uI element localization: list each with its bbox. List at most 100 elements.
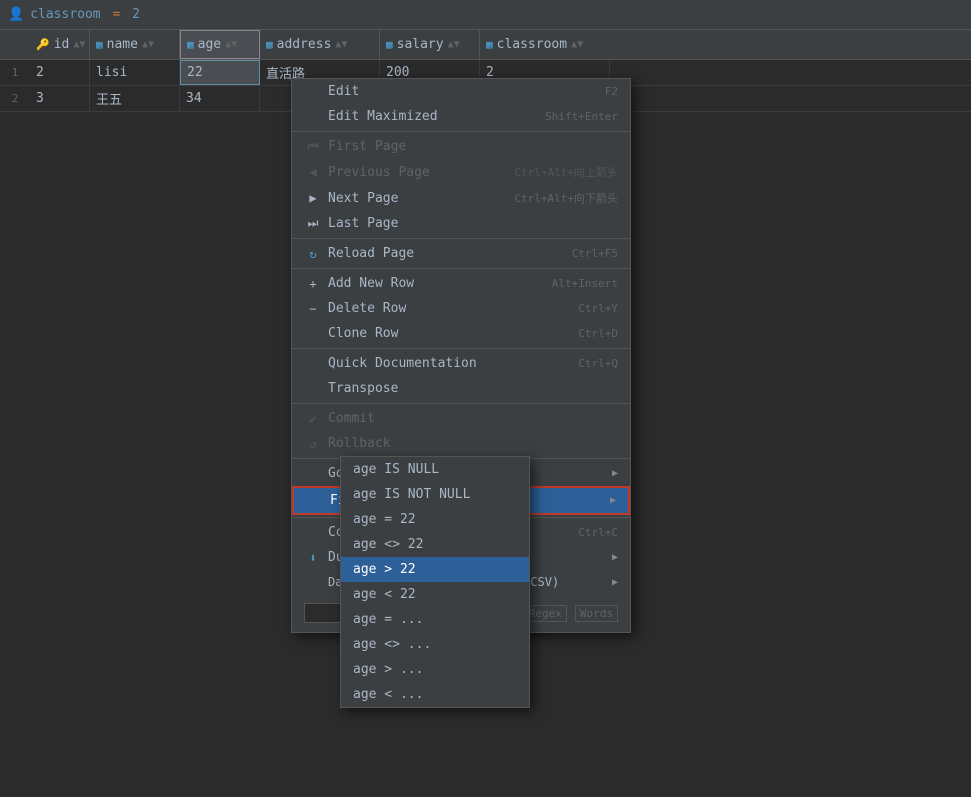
col-header-classroom[interactable]: ▦ classroom ▲▼	[480, 30, 610, 59]
menu-shortcut-prev-page: Ctrl+Alt+向上箭头	[514, 164, 618, 180]
cell-name-1[interactable]: lisi	[90, 60, 180, 85]
menu-shortcut-add-row: Alt+Insert	[552, 277, 618, 290]
row-num-1: 1	[0, 66, 30, 79]
dump-data-arrow: ▶	[612, 552, 618, 563]
submenu-item-is-null[interactable]: age IS NULL	[341, 457, 529, 482]
last-page-icon: ⏭	[304, 216, 322, 231]
sort-arrow-address[interactable]: ▲▼	[335, 39, 347, 50]
menu-shortcut-edit: F2	[605, 85, 618, 98]
submenu-item-gt-22[interactable]: age > 22	[341, 557, 529, 582]
dump-data-icon: ⬇	[304, 551, 322, 565]
col-header-age[interactable]: ▦ age ▲▼	[180, 30, 260, 59]
menu-item-quick-doc[interactable]: Quick Documentation Ctrl+Q	[292, 351, 630, 376]
menu-item-reload[interactable]: ↻ Reload Page Ctrl+F5	[292, 241, 630, 266]
sort-arrow-name[interactable]: ▲▼	[142, 39, 154, 50]
col-label-classroom: classroom	[497, 37, 567, 52]
table-icon-salary: ▦	[386, 38, 393, 51]
sort-arrow-age[interactable]: ▲▼	[225, 39, 237, 50]
submenu-item-lt-22[interactable]: age < 22	[341, 582, 529, 607]
submenu-item-lt-dot[interactable]: age < ...	[341, 682, 529, 707]
menu-item-prev-page[interactable]: ◀ Previous Page Ctrl+Alt+向上箭头	[292, 159, 630, 185]
cell-id-1[interactable]: 2	[30, 60, 90, 85]
column-headers: 🔑 id ▲▼ ▦ name ▲▼ ▦ age ▲▼ ▦ address ▲▼ …	[0, 30, 971, 60]
prev-page-icon: ◀	[304, 165, 322, 179]
col-label-name: name	[107, 37, 138, 52]
cell-id-2[interactable]: 3	[30, 86, 90, 111]
menu-label-commit: Commit	[328, 411, 618, 426]
menu-item-commit[interactable]: ✔ Commit	[292, 406, 630, 431]
menu-item-delete-row[interactable]: − Delete Row Ctrl+Y	[292, 296, 630, 321]
menu-label-add-row: Add New Row	[328, 276, 532, 291]
menu-item-first-page[interactable]: ⏮ First Page	[292, 134, 630, 159]
next-page-icon: ▶	[304, 191, 322, 205]
menu-label-prev-page: Previous Page	[328, 165, 494, 180]
menu-label-delete-row: Delete Row	[328, 301, 558, 316]
divider-1	[292, 131, 630, 132]
menu-label-transpose: Transpose	[328, 381, 618, 396]
filter-by-arrow: ▶	[610, 495, 616, 506]
menu-item-rollback[interactable]: ↺ Rollback	[292, 431, 630, 456]
divider-3	[292, 268, 630, 269]
rollback-icon: ↺	[304, 437, 322, 451]
divider-2	[292, 238, 630, 239]
menu-label-first-page: First Page	[328, 139, 598, 154]
divider-5	[292, 403, 630, 404]
menu-label-reload: Reload Page	[328, 246, 552, 261]
menu-item-edit[interactable]: Edit F2	[292, 79, 630, 104]
menu-label-last-page: Last Page	[328, 216, 618, 231]
cell-age-1[interactable]: 22	[180, 60, 260, 85]
submenu-item-neq-dot[interactable]: age <> ...	[341, 632, 529, 657]
menu-label-clone-row: Clone Row	[328, 326, 558, 341]
submenu-item-gt-dot[interactable]: age > ...	[341, 657, 529, 682]
var-value: 2	[132, 7, 140, 22]
regex-btn[interactable]: Regex	[524, 605, 567, 622]
table-icon-address: ▦	[266, 38, 273, 51]
col-header-id[interactable]: 🔑 id ▲▼	[30, 30, 90, 59]
reload-icon: ↻	[304, 247, 322, 261]
cell-name-2[interactable]: 王五	[90, 86, 180, 111]
sort-arrow-classroom[interactable]: ▲▼	[571, 39, 583, 50]
menu-item-next-page[interactable]: ▶ Next Page Ctrl+Alt+向下箭头	[292, 185, 630, 211]
menu-shortcut-copy: Ctrl+C	[578, 526, 618, 539]
col-header-name[interactable]: ▦ name ▲▼	[90, 30, 180, 59]
top-bar: 👤 classroom = 2	[0, 0, 971, 30]
sort-arrow-salary[interactable]: ▲▼	[448, 39, 460, 50]
cell-age-2[interactable]: 34	[180, 86, 260, 111]
table-icon-classroom: ▦	[486, 38, 493, 51]
divider-4	[292, 348, 630, 349]
menu-shortcut-next-page: Ctrl+Alt+向下箭头	[514, 190, 618, 206]
menu-shortcut-clone-row: Ctrl+D	[578, 327, 618, 340]
table-icon-age: ▦	[187, 38, 194, 51]
menu-shortcut-edit-maximized: Shift+Enter	[545, 110, 618, 123]
submenu-item-is-not-null[interactable]: age IS NOT NULL	[341, 482, 529, 507]
filter-by-submenu: age IS NULL age IS NOT NULL age = 22 age…	[340, 456, 530, 708]
submenu-item-eq-dot[interactable]: age = ...	[341, 607, 529, 632]
top-bar-title: classroom = 2	[30, 7, 140, 22]
data-extractor-arrow: ▶	[612, 577, 618, 588]
user-icon: 👤	[8, 7, 24, 22]
commit-icon: ✔	[304, 412, 322, 426]
menu-label-edit: Edit	[328, 84, 585, 99]
menu-item-last-page[interactable]: ⏭ Last Page	[292, 211, 630, 236]
menu-item-clone-row[interactable]: Clone Row Ctrl+D	[292, 321, 630, 346]
col-header-address[interactable]: ▦ address ▲▼	[260, 30, 380, 59]
key-icon: 🔑	[36, 38, 50, 51]
eq-sign: =	[112, 7, 128, 22]
menu-label-quick-doc: Quick Documentation	[328, 356, 558, 371]
goto-arrow: ▶	[612, 468, 618, 479]
menu-label-edit-maximized: Edit Maximized	[328, 109, 525, 124]
submenu-item-neq-22[interactable]: age <> 22	[341, 532, 529, 557]
add-row-icon: +	[304, 277, 322, 291]
submenu-item-eq-22[interactable]: age = 22	[341, 507, 529, 532]
col-label-salary: salary	[397, 37, 444, 52]
menu-item-transpose[interactable]: Transpose	[292, 376, 630, 401]
menu-item-add-row[interactable]: + Add New Row Alt+Insert	[292, 271, 630, 296]
first-page-icon: ⏮	[304, 139, 322, 154]
words-btn[interactable]: Words	[575, 605, 618, 622]
menu-item-edit-maximized[interactable]: Edit Maximized Shift+Enter	[292, 104, 630, 129]
menu-shortcut-reload: Ctrl+F5	[572, 247, 618, 260]
sort-arrow-id[interactable]: ▲▼	[73, 39, 85, 50]
table-icon-name: ▦	[96, 38, 103, 51]
col-header-salary[interactable]: ▦ salary ▲▼	[380, 30, 480, 59]
var-name: classroom	[30, 7, 100, 22]
